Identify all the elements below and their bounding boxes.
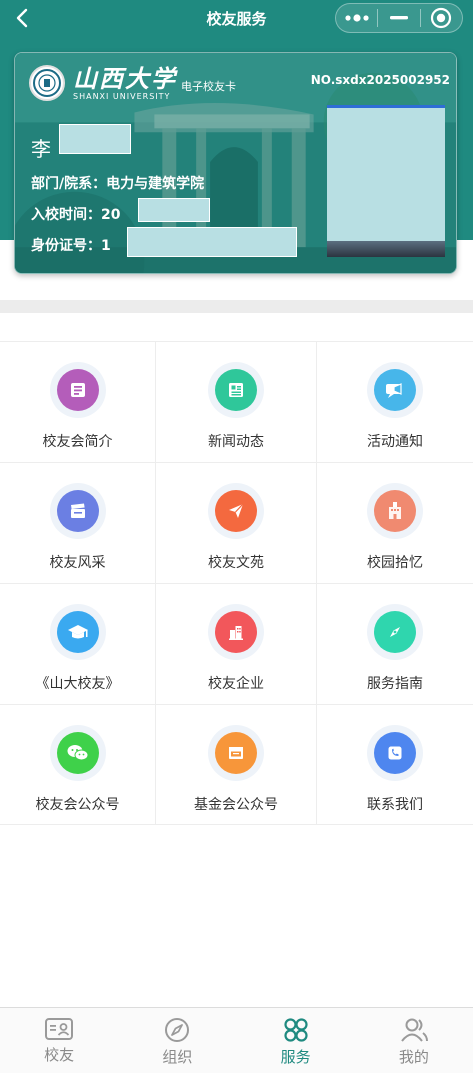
more-dots-icon [345, 14, 369, 22]
icon-halo [49, 362, 106, 418]
graduation-cap-icon [56, 611, 99, 653]
service-label: 校友文苑 [208, 555, 264, 571]
wechat-icon [56, 732, 99, 774]
id-value: 1 [101, 238, 111, 254]
close-button[interactable] [421, 4, 462, 32]
service-item[interactable]: 校友会简介 [0, 341, 156, 462]
service-item[interactable]: 新闻动态 [156, 341, 317, 462]
service-label: 基金会公众号 [194, 797, 278, 813]
phone-icon [374, 732, 416, 774]
chevron-left-icon [16, 8, 28, 28]
service-item[interactable]: 校友文苑 [156, 462, 317, 583]
tab-organization[interactable]: 组织 [118, 1008, 236, 1073]
enroll-label: 入校时间： [31, 207, 101, 223]
nav-bar: 校友服务 [0, 0, 473, 36]
service-label: 活动通知 [367, 434, 423, 450]
redacted-name [59, 124, 131, 154]
school-name-cn: 山西大学 [73, 63, 177, 93]
back-button[interactable] [8, 4, 36, 32]
university-logo: 山西大学 SHANXI UNIVERSITY [29, 65, 177, 101]
department-line: 部门/院系：电力与建筑学院 [31, 173, 204, 193]
service-item[interactable]: 校友会公众号 [0, 704, 156, 825]
service-label: 校友风采 [49, 555, 106, 571]
icon-halo [208, 362, 264, 418]
bottom-tab-bar: 校友 组织 服务 我的 [0, 1007, 473, 1073]
card-number: NO.sxdx2025002952 [310, 73, 450, 87]
service-item[interactable]: 校友风采 [0, 462, 156, 583]
member-name: 李 [31, 137, 51, 161]
icon-halo [49, 725, 106, 781]
id-label: 身份证号： [31, 238, 101, 254]
enroll-line: 入校时间：20 [31, 204, 120, 224]
grid-icon [284, 1018, 308, 1042]
tab-alumni[interactable]: 校友 [0, 1008, 118, 1073]
service-label: 校园拾忆 [367, 555, 423, 571]
mini-program-capsule [335, 3, 463, 33]
enroll-value: 20 [101, 207, 121, 223]
certificate-icon [215, 732, 257, 774]
service-label: 新闻动态 [208, 434, 264, 450]
member-photo [327, 105, 445, 257]
page-title: 校友服务 [206, 9, 267, 28]
minus-icon [389, 16, 408, 20]
tab-label: 组织 [162, 1048, 193, 1066]
alumni-card[interactable]: 山西大学 SHANXI UNIVERSITY 电子校友卡 NO.sxdx2025… [14, 52, 457, 274]
icon-halo [208, 725, 264, 781]
section-divider [0, 300, 473, 313]
service-item[interactable]: 校友企业 [156, 583, 317, 704]
service-label: 联系我们 [367, 797, 423, 813]
tab-mine[interactable]: 我的 [355, 1008, 473, 1073]
compass-icon [374, 611, 416, 653]
service-grid: 校友会简介 新闻动态 活动通知 校友风采 校友文苑 校园拾忆 《山大校友》 校友… [0, 341, 473, 825]
icon-halo [367, 362, 423, 418]
service-label: 《山大校友》 [35, 676, 120, 692]
newspaper-icon [215, 369, 257, 411]
user-icon [401, 1018, 428, 1042]
company-building-icon [215, 611, 257, 653]
tab-services[interactable]: 服务 [237, 1008, 355, 1073]
icon-halo [49, 604, 106, 660]
service-label: 校友会简介 [42, 434, 113, 450]
tab-label: 我的 [398, 1048, 429, 1066]
tab-label: 服务 [280, 1048, 311, 1066]
target-icon [431, 7, 452, 29]
id-line: 身份证号：1 [31, 235, 111, 255]
clapperboard-icon [56, 490, 99, 532]
service-item[interactable]: 活动通知 [317, 341, 473, 462]
university-seal-icon [29, 65, 65, 101]
service-label: 校友会公众号 [35, 797, 120, 813]
megaphone-icon [374, 369, 416, 411]
university-wordmark: 山西大学 SHANXI UNIVERSITY [73, 63, 177, 101]
more-button[interactable] [336, 4, 377, 32]
compass-icon [165, 1018, 190, 1042]
service-item[interactable]: 《山大校友》 [0, 583, 156, 704]
service-item[interactable]: 服务指南 [317, 583, 473, 704]
service-label: 校友企业 [208, 676, 264, 692]
icon-halo [208, 604, 264, 660]
id-card-icon [45, 1018, 74, 1040]
department-value: 电力与建筑学院 [106, 176, 205, 192]
paper-plane-icon [215, 490, 257, 532]
icon-halo [208, 483, 264, 539]
app-root: 校友 服务 山西大学 SHANXI UNIVERSITY 电子校友卡 NO.sxd… [0, 0, 473, 1073]
tab-label: 校友 [44, 1046, 75, 1064]
service-item[interactable]: 联系我们 [317, 704, 473, 825]
redacted-enroll-date [138, 198, 210, 222]
icon-halo [367, 725, 423, 781]
icon-halo [49, 483, 106, 539]
redacted-id-number [127, 227, 297, 257]
photo-bottom-edge [327, 241, 445, 257]
service-item[interactable]: 校园拾忆 [317, 462, 473, 583]
department-label: 部门/院系： [31, 176, 107, 192]
service-label: 服务指南 [367, 676, 423, 692]
minimize-button[interactable] [378, 4, 419, 32]
campus-building-icon [374, 490, 416, 532]
service-item[interactable]: 基金会公众号 [156, 704, 317, 825]
icon-halo [367, 604, 423, 660]
book-icon [56, 369, 99, 411]
card-type-label: 电子校友卡 [181, 80, 236, 93]
school-name-en: SHANXI UNIVERSITY [73, 91, 171, 101]
icon-halo [367, 483, 423, 539]
